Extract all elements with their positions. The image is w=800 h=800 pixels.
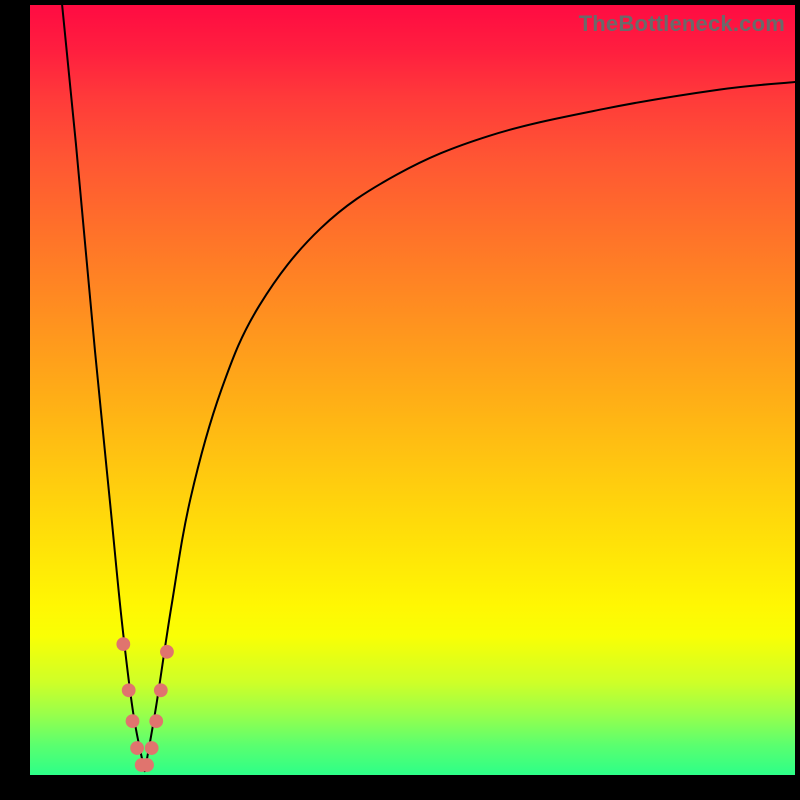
data-marker (149, 714, 163, 728)
data-marker (122, 683, 136, 697)
data-marker (140, 758, 154, 772)
data-marker (116, 637, 130, 651)
plot-area: TheBottleneck.com (30, 5, 795, 775)
data-marker (130, 741, 144, 755)
data-marker (126, 714, 140, 728)
curve-svg (30, 5, 795, 775)
curve-segment (62, 5, 145, 771)
data-marker (154, 683, 168, 697)
curve-segment (145, 82, 795, 771)
data-marker (145, 741, 159, 755)
chart-frame: TheBottleneck.com (0, 0, 800, 800)
data-marker (160, 645, 174, 659)
